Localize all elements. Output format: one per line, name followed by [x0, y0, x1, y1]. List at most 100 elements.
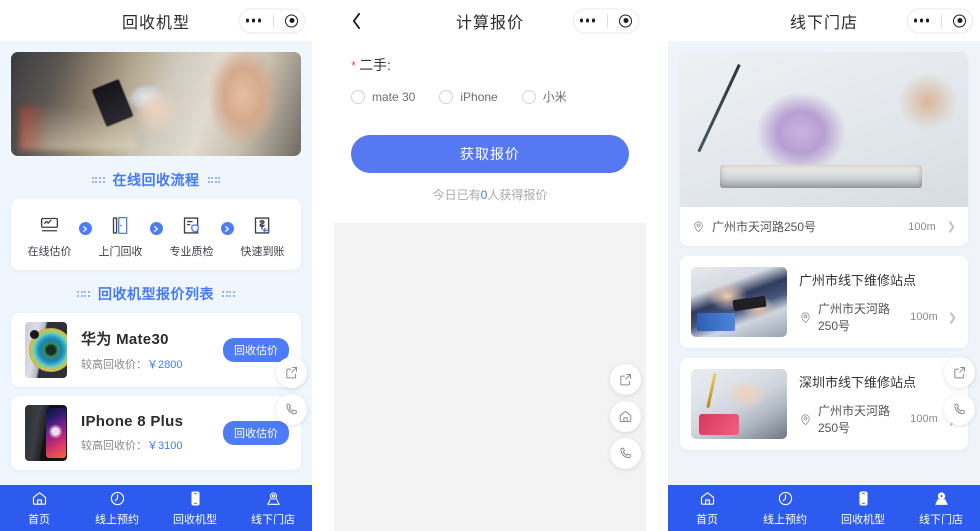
floating-actions-panel3 [944, 357, 975, 425]
location-icon [265, 489, 282, 508]
tab-recycle-models[interactable]: 回收机型 [156, 489, 234, 527]
mobile-icon [855, 489, 872, 508]
home-button[interactable] [610, 401, 641, 432]
process-steps: 在线估价 上门回收 专业质检 快速到账 [11, 199, 301, 270]
clock-icon [109, 489, 126, 508]
panel2-body: * 二手: mate 30 iPhone 小米 获取报价 今日已有0人获得报价 [334, 41, 646, 531]
radio-label: iPhone [460, 89, 498, 104]
label-text: 二手: [359, 57, 391, 73]
radio-label: 小米 [542, 90, 567, 104]
store-address: 广州市天河路250号 [818, 302, 891, 333]
capsule-divider [606, 14, 608, 27]
form-field-label: * 二手: [351, 55, 629, 75]
mobile-icon [187, 489, 204, 508]
radio-option-xiaomi[interactable]: 小米 [521, 88, 567, 105]
step-label: 上门回收 [98, 246, 143, 258]
hero-banner[interactable] [11, 52, 301, 156]
panel-calculate-quote: 计算报价 * 二手: mate 30 iPhone 小米 获取报价 今日已有0人… [334, 0, 646, 531]
tab-online-booking[interactable]: 线上预约 [746, 489, 824, 527]
more-menu-icon[interactable] [579, 18, 595, 23]
list-item-store[interactable]: 广州市线下维修站点 广州市天河路250号 100m ❯ [680, 256, 968, 348]
tabbar-panel3: 首页 线上预约 回收机型 线下门店 [668, 485, 980, 531]
dot-decoration-right [207, 177, 221, 183]
tab-label: 线下门店 [251, 514, 295, 526]
store-address: 广州市天河路250号 [818, 404, 891, 435]
store-distance: 100m [910, 311, 938, 323]
close-target-icon[interactable] [285, 14, 299, 27]
list-item-store[interactable]: 深圳市线下维修站点 广州市天河路250号 100m ❯ [680, 358, 968, 450]
tab-label: 回收机型 [841, 514, 885, 526]
panel-recycle-models: 回收机型 在线回收流程 在线估价 上门回收 专业质检 快速到账 回收机型报价列表… [0, 0, 312, 531]
phone-button[interactable] [944, 394, 975, 425]
phone-button[interactable] [610, 438, 641, 469]
tab-recycle-models[interactable]: 回收机型 [824, 489, 902, 527]
share-button[interactable] [610, 364, 641, 395]
back-button[interactable] [348, 12, 364, 29]
store-name: 广州市线下维修站点 [799, 273, 917, 288]
process-steps-card: 在线估价 上门回收 专业质检 快速到账 [11, 199, 301, 270]
radio-circle-icon[interactable] [351, 89, 365, 104]
tab-offline-stores-active[interactable]: 线下门店 [902, 489, 980, 527]
hero-banner-wrap [0, 41, 312, 156]
tab-label: 线上预约 [95, 514, 139, 526]
store-info: 深圳市线下维修站点 广州市天河路250号 100m ❯ [799, 372, 957, 436]
phone-price: 较高回收价：￥3100 [81, 437, 223, 453]
radio-option-mate30[interactable]: mate 30 [351, 89, 416, 104]
share-button[interactable] [276, 357, 307, 388]
share-button[interactable] [944, 357, 975, 388]
store-address-row: 广州市天河路250号 100m ❯ [799, 402, 957, 436]
step-online-valuation[interactable]: 在线估价 [21, 212, 79, 259]
home-icon [31, 489, 48, 508]
get-quote-button[interactable]: 获取报价 [351, 135, 629, 173]
step-door-pickup[interactable]: 上门回收 [92, 212, 150, 259]
panel-offline-stores: 线下门店 广州市天河路250号 100m ❯ 广州市线下维修站点 广州市天河路2… [668, 0, 980, 531]
featured-store-address-row: 广州市天河路250号 100m ❯ [680, 207, 968, 246]
wechat-capsule-menu[interactable] [907, 8, 973, 33]
wechat-capsule-menu[interactable] [239, 8, 305, 33]
tab-home[interactable]: 首页 [668, 489, 746, 527]
more-menu-icon[interactable] [913, 18, 929, 23]
step-fast-payment[interactable]: 快速到账 [234, 212, 292, 259]
location-icon [933, 489, 950, 508]
technician-photo [11, 52, 301, 156]
home-icon [699, 489, 716, 508]
location-pin-icon [799, 413, 812, 426]
tab-offline-stores[interactable]: 线下门店 [234, 489, 312, 527]
phone-thumbnail [25, 405, 67, 461]
capsule-divider [940, 14, 942, 27]
panel1-body: 在线回收流程 在线估价 上门回收 专业质检 快速到账 回收机型报价列表 华为 M… [0, 41, 312, 531]
step-label: 专业质检 [169, 246, 214, 258]
list-item-phone[interactable]: IPhone 8 Plus 较高回收价：￥3100 回收估价 [11, 396, 301, 470]
step-label: 在线估价 [27, 246, 72, 258]
step-quality-check[interactable]: 专业质检 [163, 212, 221, 259]
tab-online-booking[interactable]: 线上预约 [78, 489, 156, 527]
radio-option-iphone[interactable]: iPhone [439, 89, 498, 104]
note-prefix: 今日已有 [432, 188, 481, 202]
page-title: 线下门店 [789, 14, 858, 32]
store-thumbnail [691, 267, 787, 337]
radio-circle-icon[interactable] [521, 89, 536, 104]
more-menu-icon[interactable] [245, 18, 261, 23]
phone-info: 华为 Mate30 较高回收价：￥2800 [81, 328, 223, 372]
store-thumbnail [691, 369, 787, 439]
close-target-icon[interactable] [619, 14, 633, 27]
wechat-capsule-menu[interactable] [573, 8, 639, 33]
step-arrow-icon-1 [78, 222, 92, 235]
store-distance: 100m [908, 220, 936, 233]
online-valuation-icon [39, 212, 60, 238]
phone-button[interactable] [276, 394, 307, 425]
quote-form-card: * 二手: mate 30 iPhone 小米 获取报价 今日已有0人获得报价 [334, 41, 646, 223]
section-title-process: 在线回收流程 [0, 156, 312, 199]
floating-actions-panel1 [276, 357, 307, 425]
close-target-icon[interactable] [953, 14, 967, 27]
page-title: 回收机型 [121, 14, 190, 32]
tab-label: 首页 [696, 514, 718, 526]
featured-store-card[interactable]: 广州市天河路250号 100m ❯ [680, 52, 968, 246]
radio-circle-icon[interactable] [439, 89, 454, 104]
clock-icon [777, 489, 794, 508]
step-label: 快速到账 [240, 246, 285, 258]
tab-home[interactable]: 首页 [0, 489, 78, 527]
price-amount: ￥3100 [147, 440, 183, 452]
list-item-phone[interactable]: 华为 Mate30 较高回收价：￥2800 回收估价 [11, 313, 301, 387]
radio-label: mate 30 [372, 89, 416, 104]
